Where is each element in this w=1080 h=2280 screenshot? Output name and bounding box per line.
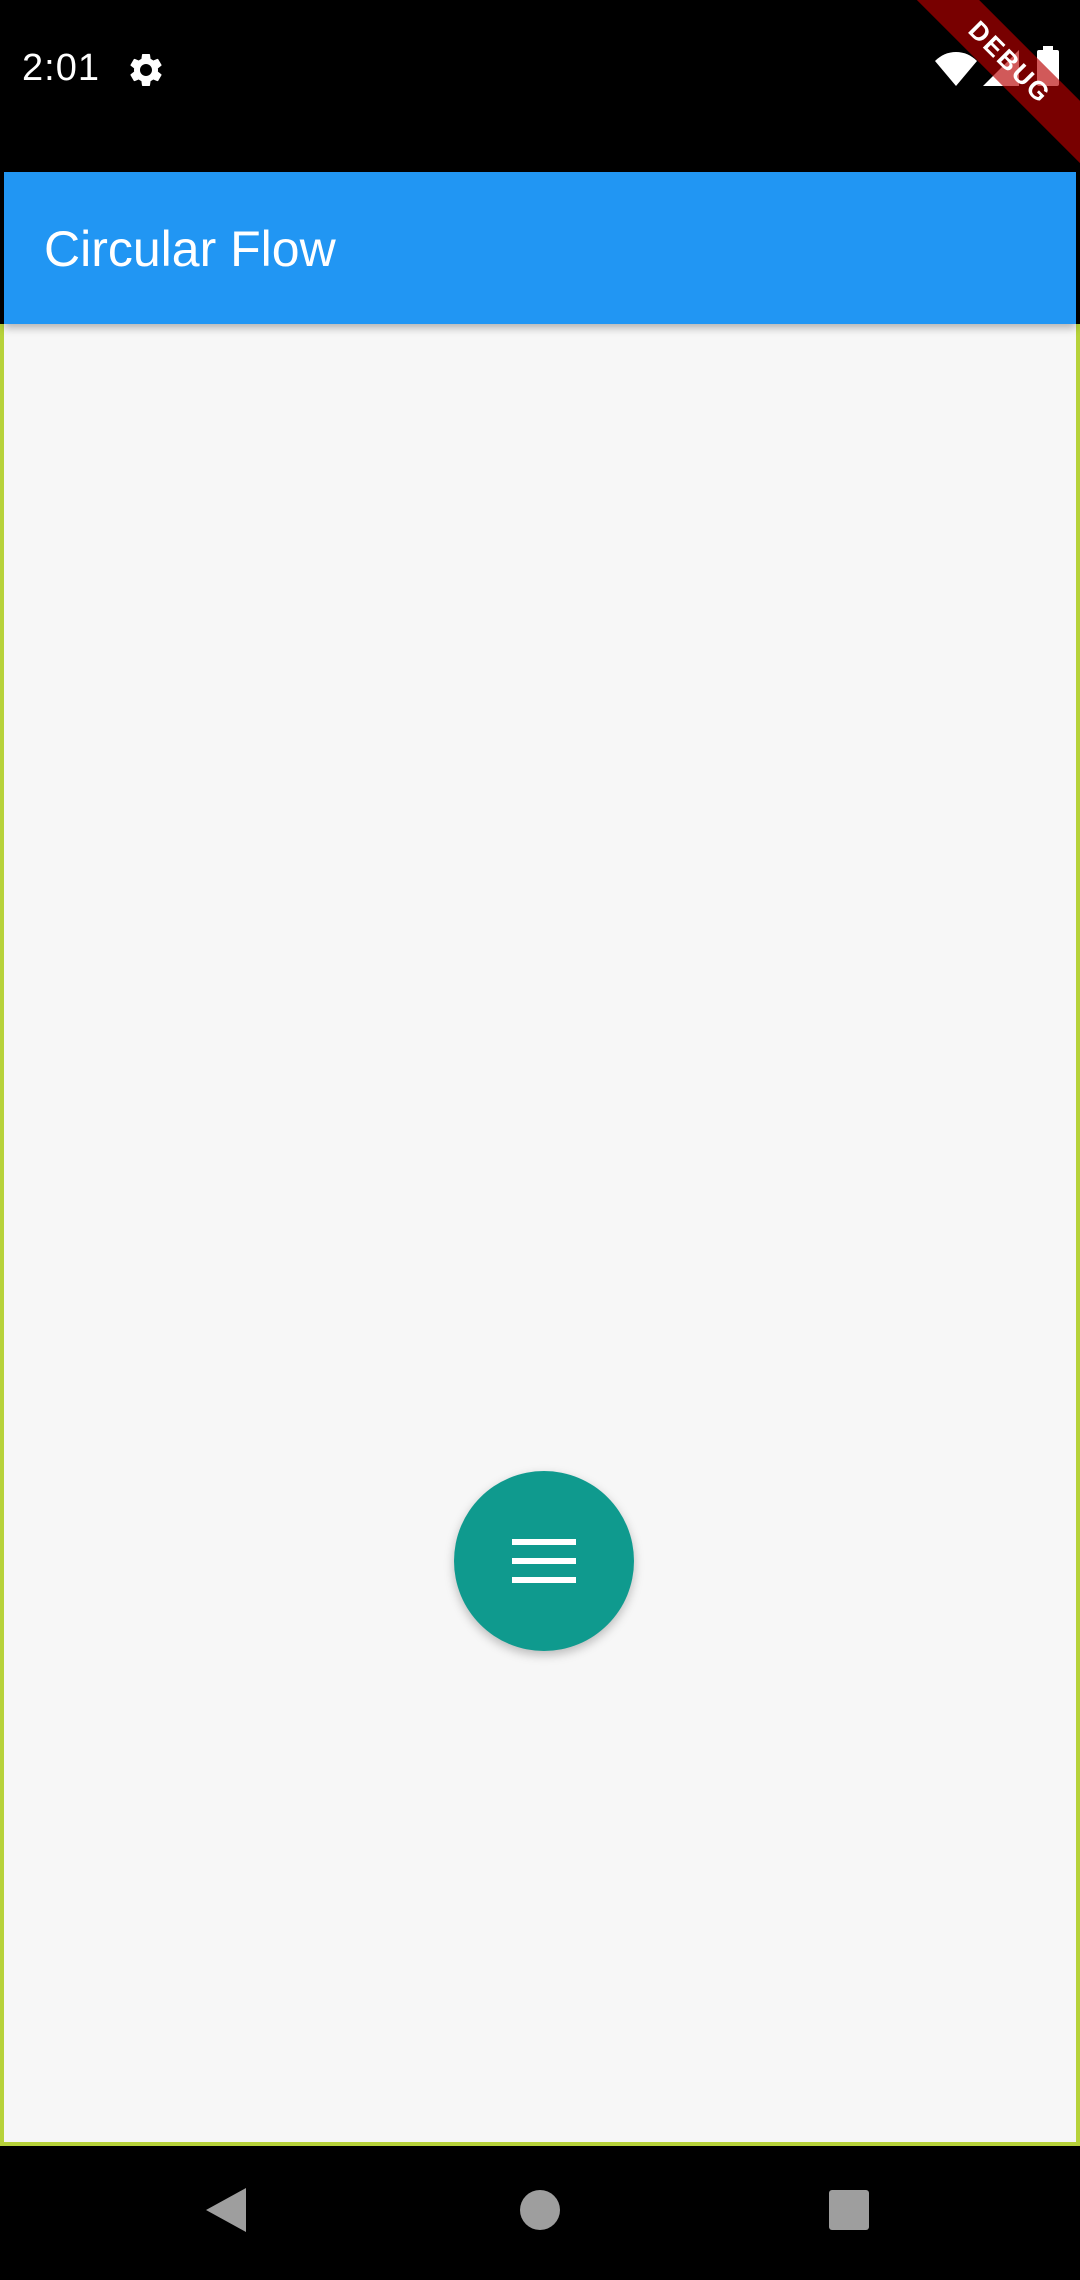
gear-icon	[130, 54, 162, 86]
status-time: 2:01	[22, 47, 100, 89]
navigation-bar	[0, 2146, 1080, 2280]
back-icon[interactable]	[206, 2188, 246, 2232]
wifi-icon	[935, 52, 977, 86]
phone-screen: 2:01 DEBUG Circular Flow	[0, 0, 1080, 2280]
content-area	[0, 324, 1080, 2146]
home-icon[interactable]	[520, 2190, 560, 2230]
page-title: Circular Flow	[44, 221, 336, 277]
status-bar: 2:01	[0, 0, 1080, 172]
app-bar: Circular Flow	[4, 172, 1076, 324]
menu-fab-button[interactable]	[454, 1471, 634, 1651]
menu-icon	[512, 1539, 576, 1583]
recents-icon[interactable]	[829, 2190, 869, 2230]
